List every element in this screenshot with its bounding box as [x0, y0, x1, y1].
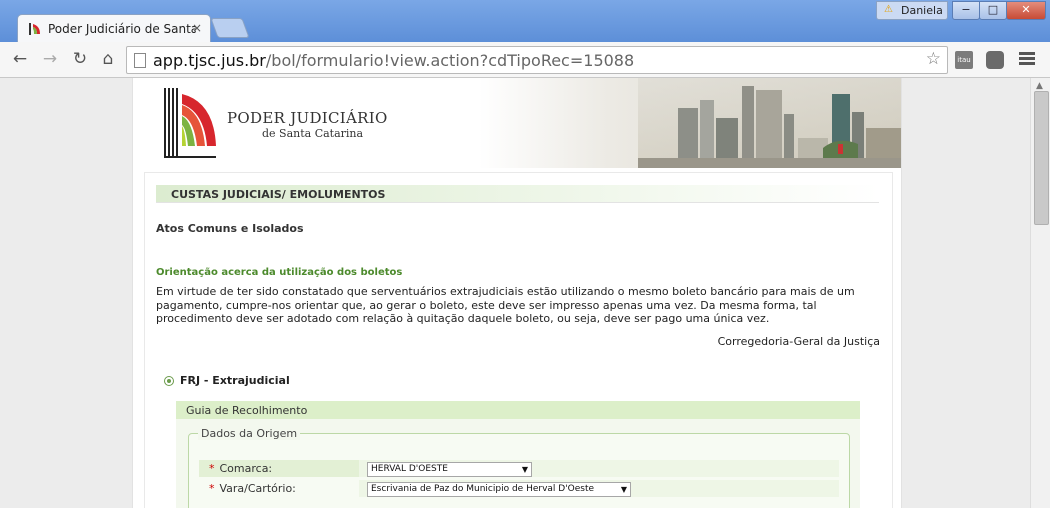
form-row-vara: * Vara/Cartório: Escrivania de Paz do Mun…	[199, 480, 839, 497]
guia-panel: Guia de Recolhimento Dados da Origem * Co…	[176, 401, 860, 508]
browser-titlebar: Poder Judiciário de Santa × ⚠ Daniela − …	[0, 0, 1050, 43]
dropdown-arrow-icon: ▼	[620, 485, 627, 494]
frj-label: FRJ - Extrajudicial	[180, 374, 290, 387]
url-host: app.tjsc.jus.br	[153, 51, 266, 70]
form-row-comarca: * Comarca: HERVAL D'OESTE ▼	[199, 460, 839, 477]
tab-close-icon[interactable]: ×	[192, 21, 202, 35]
tab-title: Poder Judiciário de Santa	[48, 22, 196, 36]
site-banner: PODER JUDICIÁRIO de Santa Catarina	[133, 78, 901, 168]
url-text[interactable]: app.tjsc.jus.br/bol/formulario!view.acti…	[153, 51, 634, 70]
comarca-select[interactable]: HERVAL D'OESTE ▼	[367, 462, 532, 477]
fieldset-legend: Dados da Origem	[198, 427, 301, 440]
close-window-button[interactable]: ✕	[1006, 1, 1046, 20]
back-button[interactable]: ←	[10, 49, 30, 69]
comarca-label: * Comarca:	[209, 462, 272, 475]
maximize-button[interactable]: □	[979, 1, 1007, 20]
itau-extension-icon[interactable]: itau	[955, 51, 973, 69]
main-content: CUSTAS JUDICIAIS/ EMOLUMENTOS Atos Comun…	[144, 172, 893, 508]
guia-header: Guia de Recolhimento	[176, 401, 860, 419]
expand-toggle-icon[interactable]	[164, 376, 174, 386]
chrome-menu-icon[interactable]	[1019, 52, 1035, 66]
browser-tab[interactable]: Poder Judiciário de Santa ×	[17, 14, 211, 43]
logo-subtitle: de Santa Catarina	[262, 127, 364, 140]
minimize-button[interactable]: −	[952, 1, 980, 20]
page-viewport: PODER JUDICIÁRIO de Santa Catarina CUSTA…	[0, 78, 1030, 508]
city-skyline-image	[638, 78, 901, 168]
vara-label: * Vara/Cartório:	[209, 482, 296, 495]
vara-select[interactable]: Escrivania de Paz do Municipio de Herval…	[367, 482, 631, 497]
comarca-selected-value: HERVAL D'OESTE	[371, 464, 448, 474]
tjsc-logo-icon	[164, 88, 216, 158]
page-scrollbar[interactable]: ▲	[1030, 78, 1050, 508]
page-container: PODER JUDICIÁRIO de Santa Catarina CUSTA…	[132, 78, 902, 508]
vara-selected-value: Escrivania de Paz do Municipio de Herval…	[371, 484, 595, 494]
scroll-up-icon[interactable]: ▲	[1036, 81, 1043, 91]
url-path: /bol/formulario!view.action?cdTipoRec=15…	[265, 51, 635, 70]
section-title: CUSTAS JUDICIAIS/ EMOLUMENTOS	[171, 188, 386, 201]
page-icon	[134, 53, 146, 68]
acts-title: Atos Comuns e Isolados	[156, 222, 304, 235]
window-controls: − □ ✕	[952, 1, 1046, 20]
logo-title: PODER JUDICIÁRIO	[227, 109, 388, 127]
warning-icon: ⚠	[884, 4, 893, 15]
dropdown-arrow-icon: ▼	[521, 465, 528, 474]
profile-name: Daniela	[901, 4, 943, 17]
orientation-title: Orientação acerca da utilização dos bole…	[156, 267, 403, 278]
tjsc-favicon-icon	[29, 23, 40, 35]
dados-origem-fieldset: Dados da Origem * Comarca: HERVAL D'OESTE…	[188, 427, 850, 508]
reload-button[interactable]: ↻	[70, 49, 90, 69]
scrollbar-thumb[interactable]	[1034, 91, 1049, 225]
required-mark: *	[209, 462, 215, 475]
camera-extension-icon[interactable]	[986, 51, 1004, 69]
forward-button[interactable]: →	[40, 49, 60, 69]
comarca-value-cell: HERVAL D'OESTE ▼	[359, 460, 839, 477]
comarca-label-text: Comarca:	[219, 462, 273, 475]
address-bar[interactable]: app.tjsc.jus.br/bol/formulario!view.acti…	[126, 46, 948, 74]
signature: Corregedoria-Geral da Justiça	[717, 335, 880, 348]
orientation-body: Em virtude de ter sido constatado que se…	[156, 285, 855, 325]
vara-value-cell: Escrivania de Paz do Municipio de Herval…	[359, 480, 839, 497]
vara-label-text: Vara/Cartório:	[219, 482, 296, 495]
profile-badge[interactable]: ⚠ Daniela	[876, 1, 948, 20]
required-mark: *	[209, 482, 215, 495]
new-tab-button[interactable]	[210, 18, 250, 38]
guia-title: Guia de Recolhimento	[186, 404, 308, 417]
browser-toolbar: ← → ↻ ⌂ app.tjsc.jus.br/bol/formulario!v…	[0, 42, 1050, 78]
bookmark-star-icon[interactable]: ☆	[926, 49, 941, 69]
home-button[interactable]: ⌂	[98, 49, 118, 69]
section-header: CUSTAS JUDICIAIS/ EMOLUMENTOS	[156, 185, 879, 203]
